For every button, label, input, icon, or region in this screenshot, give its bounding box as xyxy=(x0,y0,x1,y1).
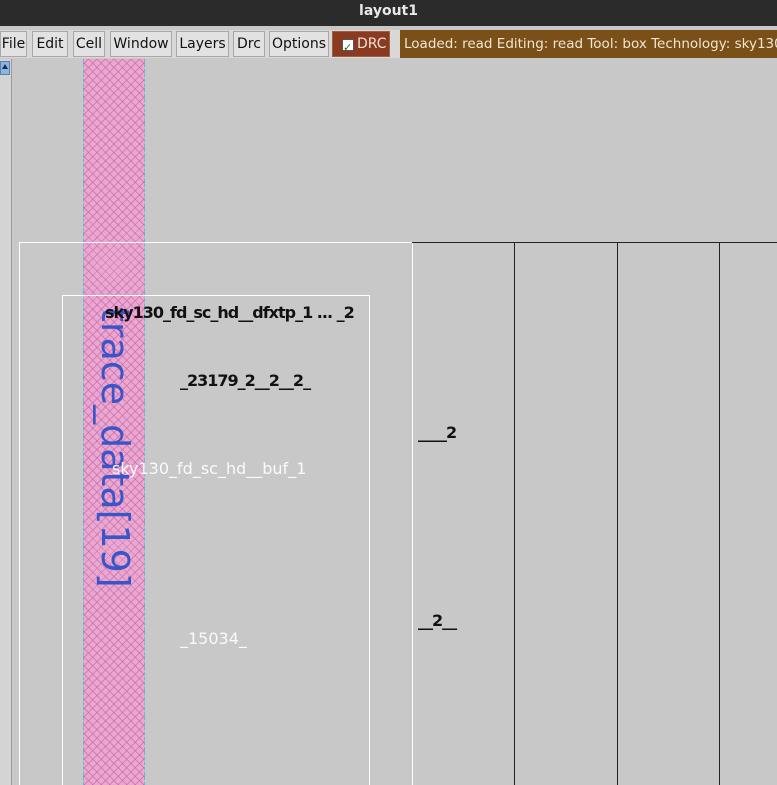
grid-line xyxy=(617,242,618,785)
menu-options[interactable]: Options xyxy=(269,31,329,57)
title-bar: layout1 xyxy=(0,0,777,26)
menu-button-group: File Edit Cell Window Layers Drc Options… xyxy=(0,30,400,60)
cell-type-label: sky130_fd_sc_hd__buf_1 xyxy=(112,459,307,478)
grid-line xyxy=(719,242,720,785)
net-label: trace_data[19] xyxy=(93,307,137,588)
scroll-up-arrow-icon[interactable] xyxy=(0,61,10,75)
menu-cell[interactable]: Cell xyxy=(73,31,105,57)
menu-bar: File Edit Cell Window Layers Drc Options… xyxy=(0,30,777,60)
drc-checkbox[interactable] xyxy=(342,36,354,60)
menu-edit[interactable]: Edit xyxy=(32,31,68,57)
vertical-scrollbar[interactable] xyxy=(0,59,12,785)
overlapping-label-row: sky130_fd_sc_hd__dfxtp_1 ... _2 xyxy=(105,303,355,322)
menu-layers[interactable]: Layers xyxy=(176,31,229,57)
drc-toggle-button[interactable]: DRC xyxy=(332,31,390,60)
menu-window[interactable]: Window xyxy=(110,31,172,57)
overlapping-label-row: ____2 xyxy=(418,423,457,442)
instance-label: _15034_ xyxy=(180,629,247,648)
grid-line xyxy=(514,242,515,785)
drc-label: DRC xyxy=(357,36,387,52)
status-text: Loaded: read Editing: read Tool: box Tec… xyxy=(404,36,777,52)
overlapping-label-row: __2__ xyxy=(418,611,457,630)
window-title: layout1 xyxy=(359,3,418,19)
overlapping-label-row: _23179_2__2__2_ xyxy=(180,371,311,390)
menu-drc[interactable]: Drc xyxy=(233,31,265,57)
menu-file[interactable]: File xyxy=(0,31,27,57)
grid-line xyxy=(412,242,777,243)
layout-canvas[interactable]: trace_data[19] sky130_fd_sc_hd__dfxtp_1 … xyxy=(12,59,777,785)
